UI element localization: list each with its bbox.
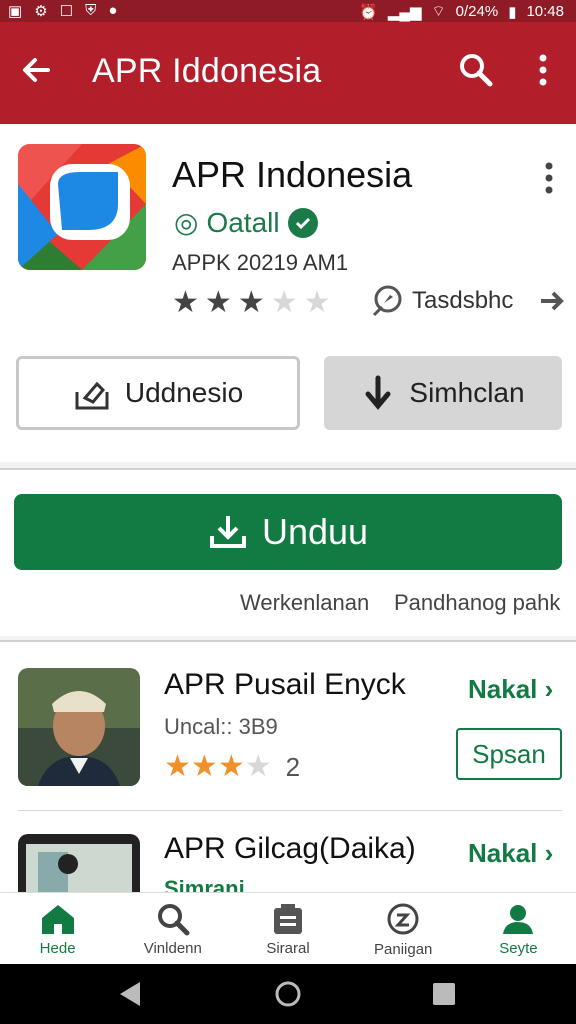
rating-stars: ★★★★ xyxy=(164,752,272,782)
list-item-rating: ★★★★ 2 xyxy=(164,752,301,783)
install-button[interactable]: Unduu xyxy=(14,494,562,570)
download-icon xyxy=(209,516,246,548)
share-icon xyxy=(75,381,109,410)
nav-item-updates[interactable]: Paniigan xyxy=(346,893,461,965)
nav-item-apps[interactable]: Siraral xyxy=(230,893,345,965)
star-filled-icon: ★ xyxy=(164,750,191,783)
app-bar: APR Iddonesia xyxy=(0,22,576,124)
back-arrow-icon[interactable] xyxy=(18,52,54,88)
star-empty-icon: ★ xyxy=(303,286,331,319)
star-filled-icon: ★ xyxy=(190,750,218,783)
developer-name: Oatall xyxy=(206,206,280,238)
apps-icon xyxy=(274,903,302,934)
status-icons-left: ▣ ⚙ ☐ ⛨ ● xyxy=(8,2,117,20)
nav-item-profile[interactable]: Seyte xyxy=(461,893,576,965)
signal-icon: ▂▄▆ xyxy=(387,3,422,21)
download-secondary-button[interactable]: Simhclan xyxy=(324,356,562,430)
developer-icon: ◎ xyxy=(174,207,199,238)
list-item-action[interactable]: Nakal › xyxy=(468,674,553,705)
search-icon[interactable] xyxy=(458,52,494,88)
rating-stars: ★ ★ ★ ★ ★ xyxy=(172,288,331,318)
list-item-subtitle: Simrani xyxy=(164,876,245,892)
search-icon xyxy=(157,903,190,935)
related-apps-list: APR Pusail Enyck Nakal › Uncal:: 3B9 ★★★… xyxy=(0,640,576,892)
more-options-icon[interactable] xyxy=(536,158,562,198)
app-bar-title: APR Iddonesia xyxy=(92,52,322,90)
app-detail-card: APR Indonesia ◎ Oatall APPK 20219 AM1 ★ ★… xyxy=(0,124,576,462)
app-thumbnail xyxy=(18,668,140,786)
nav-label: Vinldenn xyxy=(143,939,202,957)
app-thumbnail xyxy=(18,834,140,892)
star-filled-icon: ★ xyxy=(217,750,245,783)
notification-icon: ▣ xyxy=(8,3,23,20)
install-label: Unduu xyxy=(261,511,369,552)
tag-label: Tasdsbhc xyxy=(412,287,514,314)
notification-icon: ⚙ xyxy=(34,3,48,20)
compass-icon xyxy=(372,285,402,317)
outline-button-label: Uddnesio xyxy=(124,377,244,408)
clock: 10:48 xyxy=(526,3,564,20)
status-icons-right: ⏰ ▂▄▆ ⌔ 0/24% ▮ 10:48 xyxy=(359,2,564,21)
grey-button-label: Simhclan xyxy=(409,377,525,408)
recents-square-icon[interactable] xyxy=(430,980,458,1008)
list-item-action[interactable]: Nakal › xyxy=(468,838,553,869)
link-left[interactable]: Werkenlanan xyxy=(240,590,369,616)
chevron-right-icon: › xyxy=(544,674,554,704)
notification-icon: ☐ xyxy=(59,3,74,20)
alarm-icon: ⏰ xyxy=(359,3,378,21)
star-empty-icon: ★ xyxy=(244,750,272,783)
app-logo xyxy=(18,144,146,270)
list-item-action-label: Nakal xyxy=(468,674,538,704)
app-meta: APPK 20219 AM1 xyxy=(172,250,349,275)
shield-icon: ⛨ xyxy=(85,2,97,19)
open-button[interactable]: Spsan xyxy=(456,728,562,780)
chevron-right-icon: › xyxy=(544,838,554,868)
tag-link[interactable]: Tasdsbhc xyxy=(370,284,567,318)
status-bar: ▣ ⚙ ☐ ⛨ ● ⏰ ▂▄▆ ⌔ 0/24% ▮ 10:48 xyxy=(0,0,576,22)
bottom-navigation: Hede Vinldenn Siraral Paniigan Seyte xyxy=(0,892,576,965)
list-item-title: APR Pusail Enyck xyxy=(164,668,406,701)
list-divider xyxy=(18,810,562,811)
star-filled-icon: ★ xyxy=(237,286,265,319)
star-empty-icon: ★ xyxy=(270,286,298,319)
battery-text: 0/24% xyxy=(455,3,499,20)
arrow-right-icon xyxy=(541,291,565,311)
wifi-icon: ⌔ xyxy=(431,3,446,20)
list-item-subtitle: Uncal:: 3B9 xyxy=(164,714,278,739)
battery-icon: ▮ xyxy=(508,3,517,21)
nav-label: Seyte xyxy=(499,939,538,957)
home-circle-icon[interactable] xyxy=(274,980,302,1008)
list-item-title: APR Gilcag(Daika) xyxy=(164,832,416,865)
link-right[interactable]: Pandhanog pahk xyxy=(394,590,560,616)
star-filled-icon: ★ xyxy=(204,286,232,319)
star-filled-icon: ★ xyxy=(172,286,199,319)
person-icon xyxy=(503,904,534,934)
nav-item-home[interactable]: Hede xyxy=(0,893,115,965)
nav-label: Siraral xyxy=(266,939,310,957)
app-name: APR Indonesia xyxy=(172,154,413,195)
back-triangle-icon[interactable] xyxy=(116,980,144,1008)
install-section: Unduu Werkenlanan Pandhanog pahk xyxy=(0,468,576,636)
nav-label: Paniigan xyxy=(374,940,433,958)
home-icon xyxy=(41,904,74,934)
nav-label: Hede xyxy=(39,939,76,957)
refresh-icon xyxy=(387,903,419,934)
developer-link[interactable]: ◎ Oatall xyxy=(174,206,318,239)
notification-icon: ● xyxy=(108,2,118,19)
outline-action-button[interactable]: Uddnesio xyxy=(16,356,300,430)
more-vert-icon[interactable] xyxy=(528,52,558,88)
system-navigation-bar xyxy=(0,964,576,1024)
nav-item-search[interactable]: Vinldenn xyxy=(115,893,230,965)
rating-count: 2 xyxy=(285,752,301,782)
list-item-action-label: Nakal xyxy=(468,838,538,868)
download-arrow-icon xyxy=(365,375,391,410)
verified-badge-icon xyxy=(287,207,318,238)
